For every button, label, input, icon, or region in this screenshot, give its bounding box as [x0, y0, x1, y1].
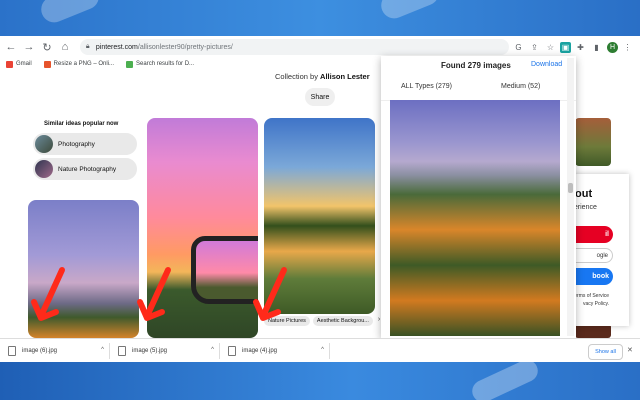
- similar-idea-photography[interactable]: Photography: [33, 133, 137, 155]
- chevron-up-icon[interactable]: ^: [321, 347, 324, 353]
- file-icon: [8, 346, 16, 356]
- file-icon: [228, 346, 236, 356]
- similar-ideas-title: Similar ideas popular now: [44, 121, 119, 127]
- bookmark-search-results[interactable]: Search results for D...: [126, 60, 195, 68]
- collection-byline: Collection by Allison Lester: [275, 72, 370, 81]
- size-filter-dropdown[interactable]: Medium (52): [501, 83, 540, 90]
- resize-icon: [43, 60, 51, 68]
- home-icon[interactable]: ⌂: [58, 40, 72, 54]
- download-bar: image (6).jpg ^ image (5).jpg ^ image (4…: [0, 338, 640, 363]
- download-filename: image (4).jpg: [242, 348, 278, 354]
- background-streak: [377, 0, 443, 23]
- image-downloader-extension-icon[interactable]: ▣: [560, 41, 571, 53]
- chevron-up-icon[interactable]: ^: [211, 347, 214, 353]
- desktop-background-top: [0, 0, 640, 36]
- collection-author-link[interactable]: Allison Lester: [320, 72, 370, 81]
- signup-panel: out perience il ogle book erms of Servic…: [567, 174, 629, 326]
- download-item[interactable]: image (5).jpg ^: [110, 339, 220, 363]
- bookmark-resize-png[interactable]: Resize a PNG – Onli...: [43, 60, 115, 68]
- scrollbar-thumb[interactable]: [568, 183, 573, 193]
- red-arrow-annotation: [31, 267, 65, 321]
- share-page-icon[interactable]: ⇪: [528, 41, 541, 54]
- url-host: pinterest.com: [95, 43, 138, 51]
- google-lens-icon[interactable]: G: [512, 41, 525, 54]
- download-filename: image (6).jpg: [22, 348, 58, 354]
- back-icon[interactable]: ←: [4, 40, 18, 54]
- found-count: Found 279 images: [441, 61, 511, 70]
- share-button[interactable]: Share: [305, 88, 335, 106]
- background-streak: [37, 0, 103, 27]
- image-downloader-popup: Found 279 images Download ALL Types (279…: [381, 56, 576, 338]
- profile-avatar[interactable]: H: [607, 41, 618, 53]
- bookmark-star-icon[interactable]: ☆: [544, 41, 557, 54]
- bookmark-label: Gmail: [16, 61, 32, 67]
- v-icon: [126, 60, 134, 68]
- menu-kebab-icon[interactable]: ⋮: [621, 41, 634, 54]
- red-arrow-annotation: [137, 267, 171, 321]
- reload-icon[interactable]: ↻: [40, 40, 54, 54]
- extensions-puzzle-icon[interactable]: ✚: [574, 41, 587, 54]
- signup-title: out: [575, 188, 593, 200]
- popup-header: Found 279 images Download: [381, 56, 576, 76]
- idea-label: Photography: [58, 140, 95, 148]
- gmail-icon: [6, 60, 13, 68]
- bookmark-label: Resize a PNG – Onli...: [53, 61, 115, 67]
- tag-chip[interactable]: Aesthetic Backgrou...: [312, 316, 373, 326]
- side-panel-icon[interactable]: ▮: [590, 41, 603, 54]
- desktop-background-bottom: [0, 356, 640, 406]
- file-icon: [118, 346, 126, 356]
- bookmark-gmail[interactable]: Gmail: [6, 60, 32, 68]
- show-all-button[interactable]: Show all: [588, 344, 623, 360]
- pin-image-partial-right[interactable]: [575, 118, 611, 166]
- tags-next-icon[interactable]: ›: [378, 316, 380, 326]
- pin-image-partial-bottom[interactable]: [575, 324, 611, 338]
- idea-thumbnail: [35, 160, 53, 178]
- url-path: /allisonlester90/pretty-pictures/: [137, 43, 233, 51]
- idea-thumbnail: [35, 135, 53, 153]
- popup-filters: ALL Types (279) Medium (52): [381, 78, 576, 101]
- background-streak: [468, 356, 542, 406]
- lock-icon: 🔒︎: [85, 43, 90, 50]
- popup-scrollbar[interactable]: [567, 58, 574, 336]
- idea-label: Nature Photography: [58, 165, 117, 173]
- address-bar[interactable]: 🔒︎ pinterest.com/allisonlester90/pretty-…: [79, 39, 509, 55]
- close-icon[interactable]: ✕: [627, 346, 633, 354]
- chevron-up-icon[interactable]: ^: [101, 347, 104, 353]
- found-image-preview[interactable]: [390, 100, 560, 336]
- download-filename: image (5).jpg: [132, 348, 168, 354]
- car-mirror-reflection: [191, 236, 258, 304]
- red-arrow-annotation: [253, 267, 287, 321]
- divider: [329, 343, 330, 359]
- download-item[interactable]: image (4).jpg ^: [220, 339, 330, 363]
- download-item[interactable]: image (6).jpg ^: [0, 339, 110, 363]
- collection-prefix: Collection by: [275, 72, 318, 81]
- similar-idea-nature-photography[interactable]: Nature Photography: [33, 158, 137, 180]
- bookmark-label: Search results for D...: [136, 61, 195, 67]
- download-button[interactable]: Download: [531, 61, 562, 68]
- forward-icon[interactable]: →: [22, 40, 36, 54]
- type-filter-dropdown[interactable]: ALL Types (279): [401, 83, 452, 90]
